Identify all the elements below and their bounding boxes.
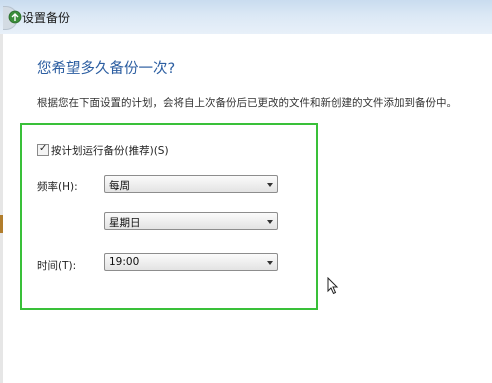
left-edge — [0, 34, 3, 383]
chevron-down-icon — [267, 183, 273, 187]
time-label: 时间(T): — [37, 260, 77, 272]
chevron-down-icon — [267, 220, 273, 224]
window-title: 设置备份 — [22, 11, 71, 25]
chevron-down-icon — [267, 261, 273, 265]
backup-icon — [8, 10, 22, 24]
left-edge-marker — [0, 215, 3, 233]
frequency-label: 频率(H): — [37, 181, 78, 193]
page-heading: 您希望多久备份一次? — [37, 61, 176, 77]
title-bar: 设置备份 — [0, 0, 492, 34]
day-dropdown[interactable]: 星期日 — [104, 212, 278, 230]
checkmark-icon: ✓ — [39, 143, 48, 154]
frequency-value: 每周 — [109, 180, 130, 192]
time-value: 19:00 — [109, 256, 140, 268]
schedule-checkbox[interactable]: ✓ — [37, 143, 49, 156]
frequency-dropdown[interactable]: 每周 — [104, 175, 278, 193]
schedule-checkbox-label[interactable]: 按计划运行备份(推荐)(S) — [51, 143, 169, 158]
mouse-pointer-icon — [327, 277, 339, 295]
day-value: 星期日 — [109, 217, 141, 229]
page-description: 根据您在下面设置的计划，会将自上次备份后已更改的文件和新创建的文件添加到备份中。 — [37, 97, 457, 109]
time-dropdown[interactable]: 19:00 — [104, 253, 278, 271]
